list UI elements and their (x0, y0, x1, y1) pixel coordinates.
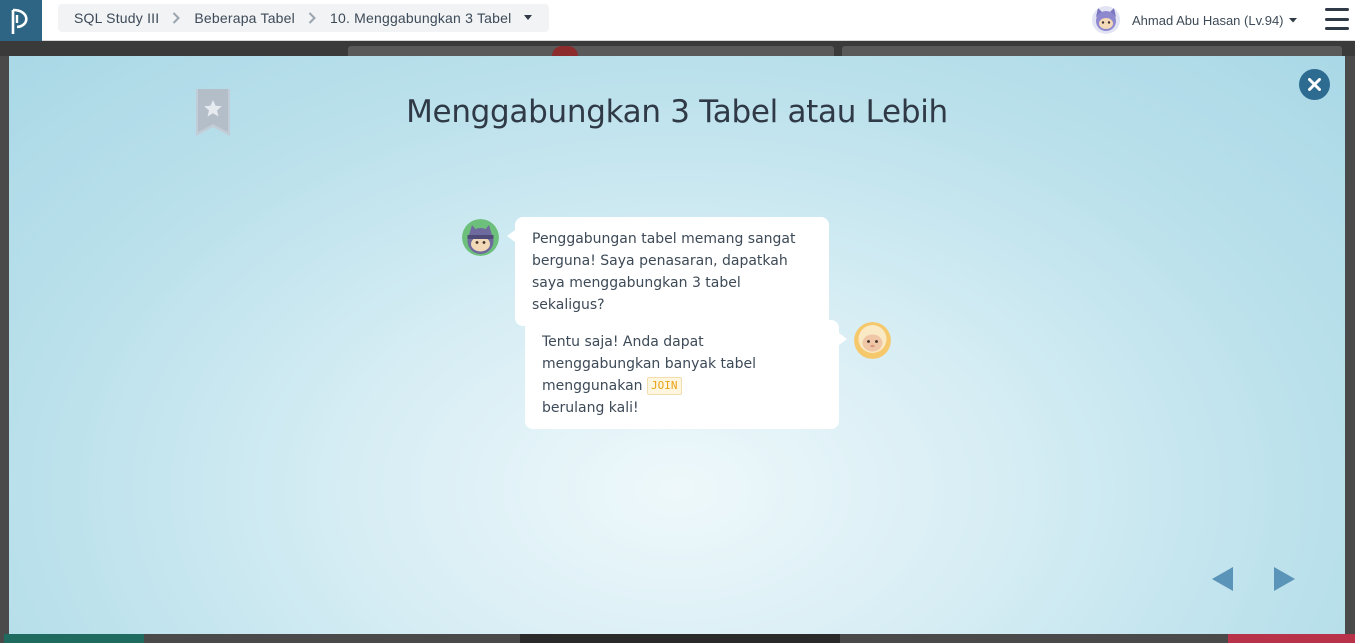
chat-bubble-answer: Tentu saja! Anda dapat menggabungkan ban… (525, 320, 847, 429)
background-page (0, 41, 1355, 56)
background-page-button (1228, 634, 1355, 643)
caret-down-icon[interactable] (1288, 17, 1297, 23)
breadcrumb-lesson[interactable]: 10. Menggabungkan 3 Tabel (330, 10, 511, 26)
prev-arrow-icon[interactable] (1210, 566, 1236, 592)
slide-title: Menggabungkan 3 Tabel atau Lebih (406, 94, 948, 130)
sheep-avatar (854, 322, 891, 359)
chat-text: Penggabungan tabel memang sangat berguna… (532, 231, 796, 313)
breadcrumb-course[interactable]: SQL Study III (74, 10, 159, 26)
ninja-cat-avatar (462, 219, 499, 256)
close-icon[interactable] (1299, 69, 1330, 100)
hamburger-icon[interactable] (1325, 8, 1349, 30)
chat-text: berulang kali! (542, 400, 639, 416)
chevron-right-icon (308, 12, 316, 24)
breadcrumb: SQL Study III Beberapa Tabel 10. Menggab… (58, 4, 550, 32)
chat-bubble-question: Penggabungan tabel memang sangat berguna… (507, 217, 829, 326)
breadcrumb-chapter[interactable]: Beberapa Tabel (194, 10, 295, 26)
code-keyword: JOIN (647, 377, 682, 395)
top-navigation-bar: SQL Study III Beberapa Tabel 10. Menggab… (0, 0, 1355, 41)
user-menu[interactable]: Ahmad Abu Hasan (Lv.94) (1092, 5, 1297, 35)
avatar[interactable] (1092, 6, 1120, 34)
background-page-bar (520, 634, 840, 643)
progate-logo[interactable] (0, 0, 42, 41)
caret-down-icon[interactable] (523, 15, 533, 21)
next-arrow-icon[interactable] (1271, 566, 1297, 592)
slide-modal: Menggabungkan 3 Tabel atau Lebih Penggab… (9, 56, 1345, 634)
background-page-button (4, 634, 144, 643)
user-name[interactable]: Ahmad Abu Hasan (Lv.94) (1132, 13, 1284, 28)
chevron-right-icon (172, 12, 181, 24)
